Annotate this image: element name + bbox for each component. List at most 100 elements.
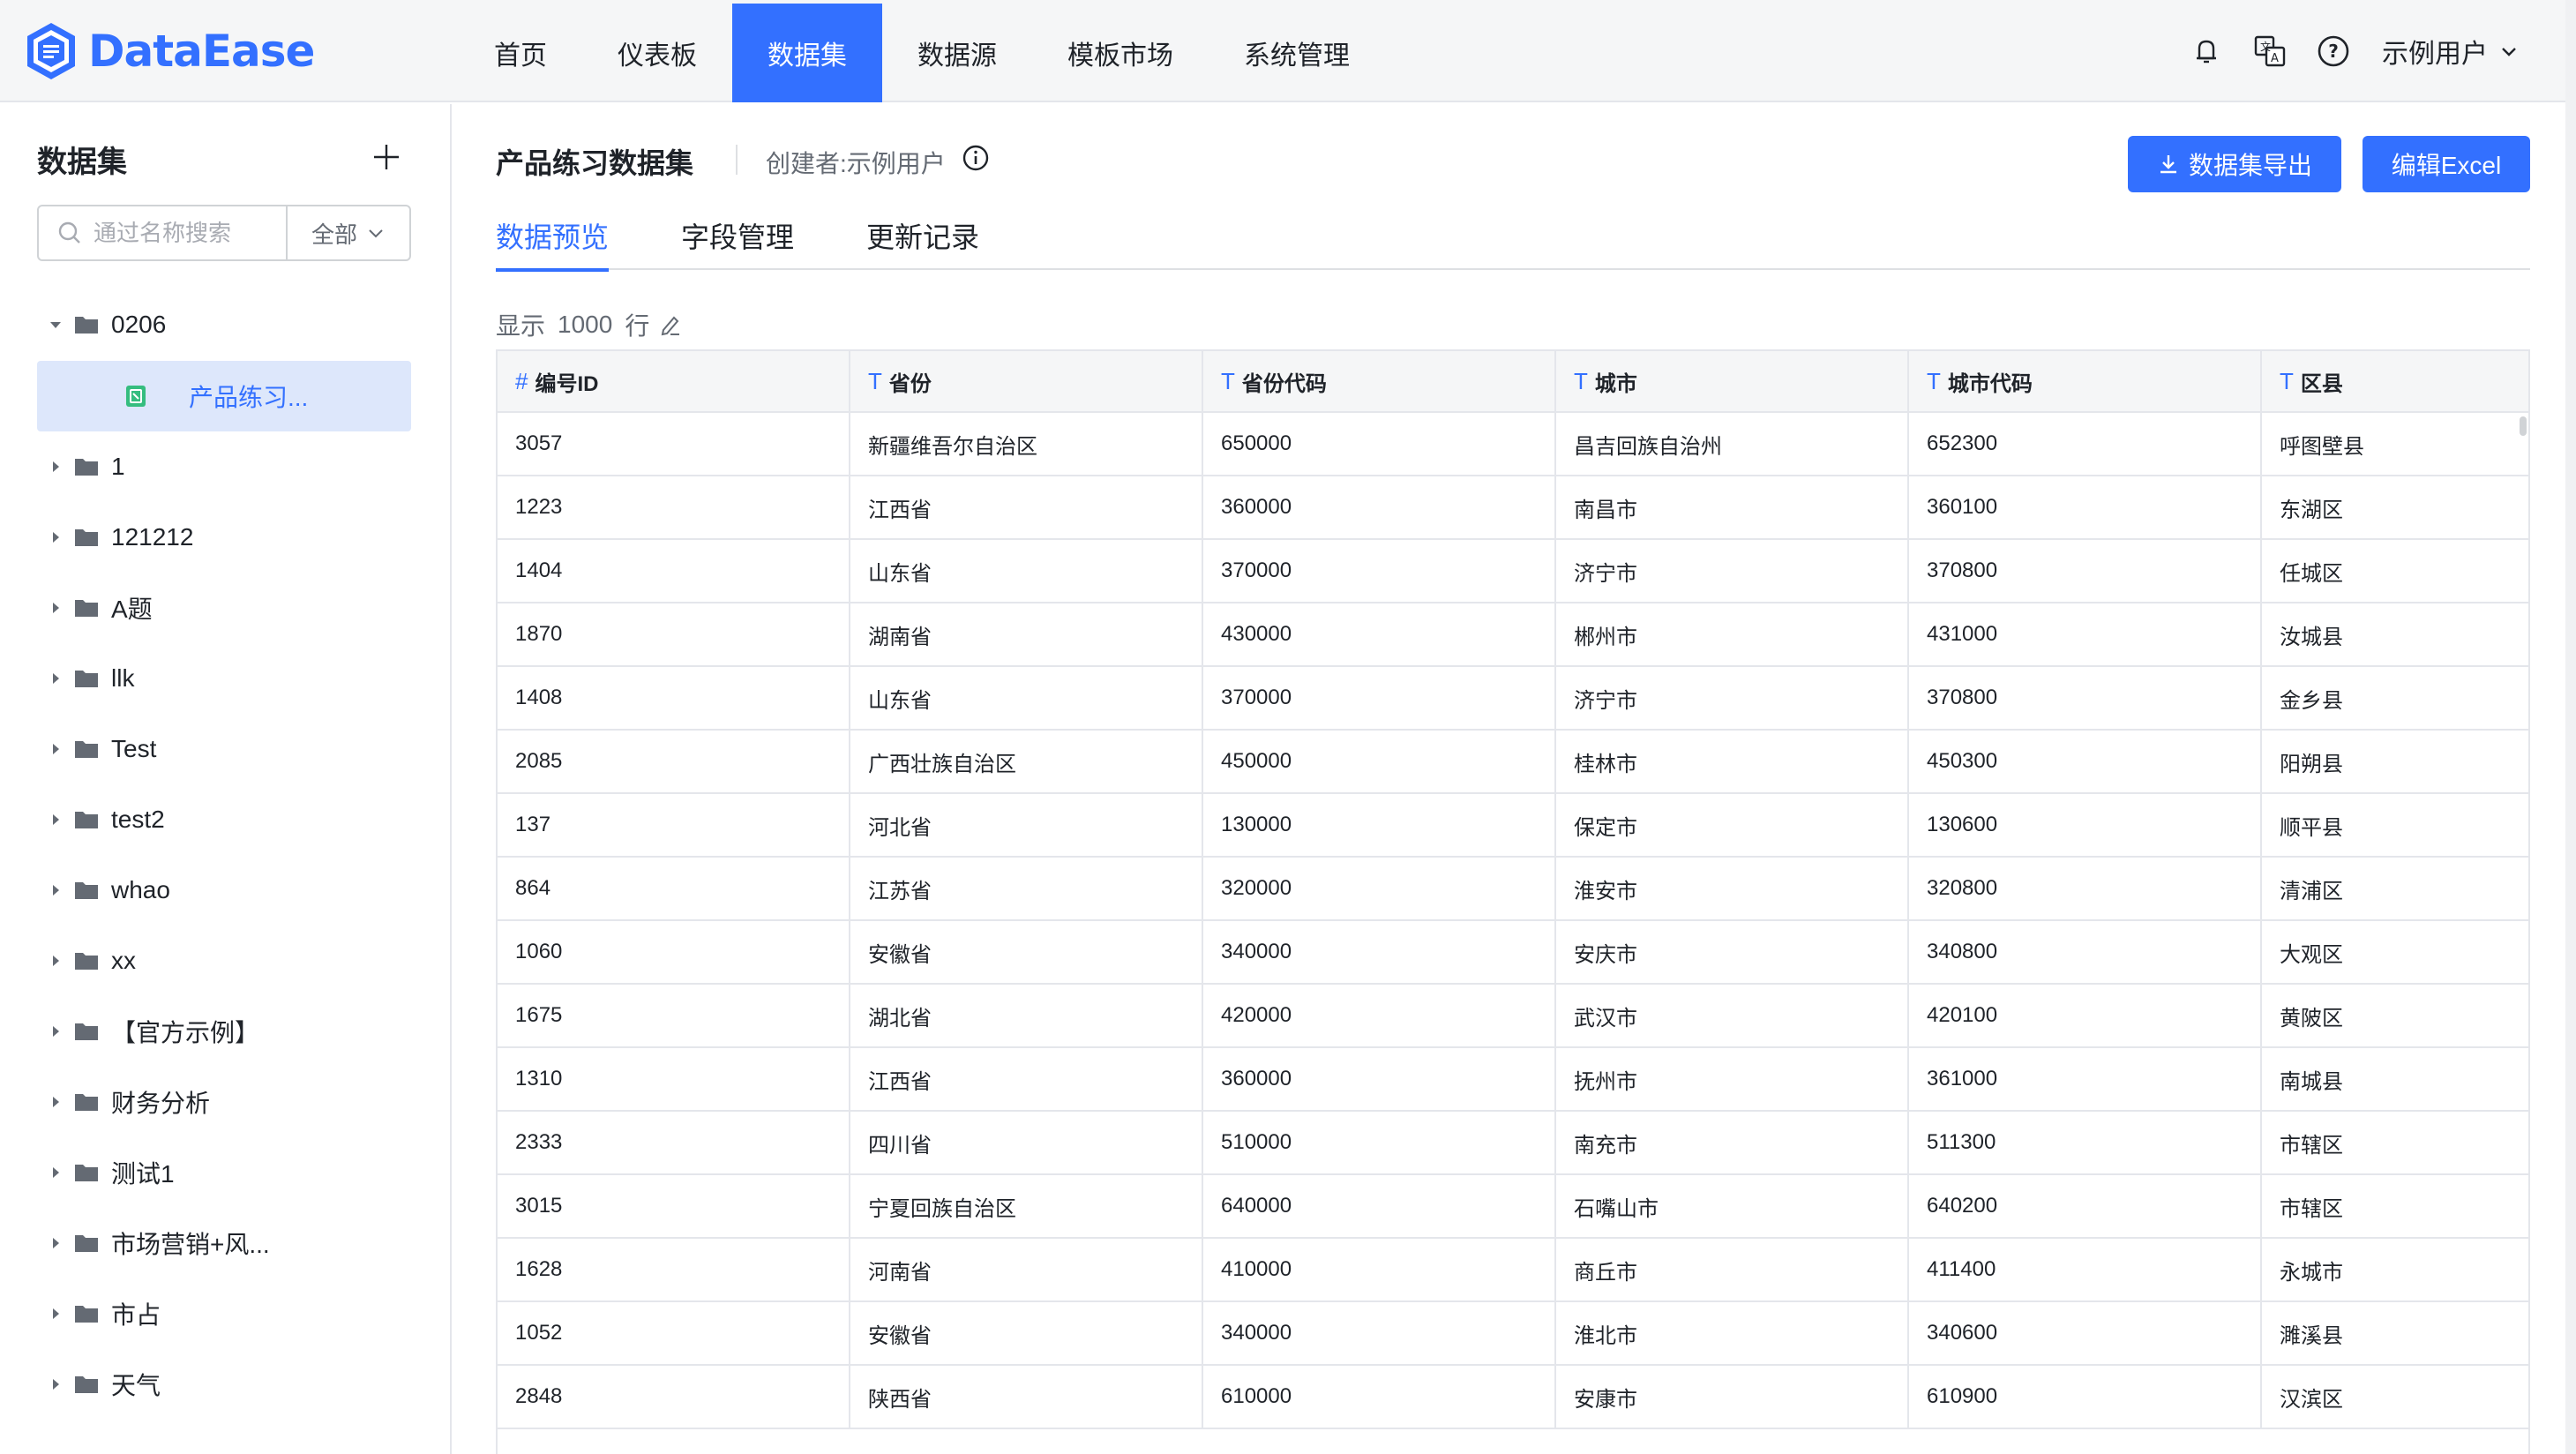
caret-right-icon[interactable] <box>49 1096 62 1108</box>
caret-right-icon[interactable] <box>49 955 62 967</box>
caret-right-icon[interactable] <box>49 1025 62 1038</box>
tab-field-management[interactable]: 字段管理 <box>681 208 794 270</box>
tree-folder[interactable]: 测试1 <box>37 1137 411 1208</box>
table-row[interactable]: 864 江苏省 320000 淮安市 320800 清浦区 <box>498 858 2528 921</box>
table-cell: 410000 <box>1203 1239 1556 1300</box>
tree-folder[interactable]: 1 <box>37 431 411 502</box>
tree-dataset-item[interactable]: 产品练习... <box>37 361 411 431</box>
tree-folder[interactable]: whao <box>37 855 411 926</box>
tab-data-preview[interactable]: 数据预览 <box>496 208 610 272</box>
table-cell: 河南省 <box>850 1239 1203 1300</box>
table-cell: 510000 <box>1203 1112 1556 1173</box>
table-row[interactable]: 1223 江西省 360000 南昌市 360100 东湖区 <box>498 476 2528 540</box>
table-cell: 420000 <box>1203 985 1556 1046</box>
add-dataset-icon[interactable] <box>369 139 404 175</box>
svg-text:文: 文 <box>2260 40 2271 53</box>
table-header-cell[interactable]: T 城市代码 <box>1909 351 2262 411</box>
tree-folder[interactable]: 市场营销+风... <box>37 1208 411 1278</box>
table-cell: 360000 <box>1203 476 1556 538</box>
table-row[interactable]: 1052 安徽省 340000 淮北市 340600 濉溪县 <box>498 1302 2528 1366</box>
caret-right-icon[interactable] <box>49 1237 62 1249</box>
nav-item-datasource[interactable]: 数据源 <box>882 4 1032 102</box>
table-row[interactable]: 2085 广西壮族自治区 450000 桂林市 450300 阳朔县 <box>498 731 2528 794</box>
caret-right-icon[interactable] <box>49 1166 62 1179</box>
table-row[interactable]: 1310 江西省 360000 抚州市 361000 南城县 <box>498 1048 2528 1112</box>
tree-folder[interactable]: 财务分析 <box>37 1067 411 1137</box>
table-header-cell[interactable]: T 城市 <box>1556 351 1909 411</box>
table-cell: 淮安市 <box>1556 858 1909 919</box>
sidebar-title: 数据集 <box>37 146 127 179</box>
tree-folder[interactable]: 【官方示例】 <box>37 996 411 1067</box>
table-cell: 市辖区 <box>2280 1133 2343 1158</box>
edit-excel-button[interactable]: 编辑Excel <box>2363 136 2530 192</box>
notification-bell-icon[interactable] <box>2188 33 2225 70</box>
table-row[interactable]: 3057 新疆维吾尔自治区 650000 昌吉回族自治州 652300 呼图壁县 <box>498 413 2528 476</box>
export-dataset-button[interactable]: 数据集导出 <box>2128 136 2341 192</box>
caret-right-icon[interactable] <box>49 743 62 755</box>
table-row[interactable]: 1675 湖北省 420000 武汉市 420100 黄陂区 <box>498 985 2528 1048</box>
table-cell: 黄陂区 <box>2280 1006 2343 1031</box>
tree-folder[interactable]: Test <box>37 714 411 784</box>
table-row[interactable]: 1408 山东省 370000 济宁市 370800 金乡县 <box>498 667 2528 731</box>
caret-right-icon[interactable] <box>49 461 62 473</box>
caret-right-icon[interactable] <box>49 1308 62 1320</box>
table-row[interactable]: 3015 宁夏回族自治区 640000 石嘴山市 640200 市辖区 <box>498 1175 2528 1239</box>
table-row[interactable]: 1628 河南省 410000 商丘市 411400 永城市 <box>498 1239 2528 1302</box>
table-cell: 340600 <box>1909 1302 2262 1364</box>
nav-item-home[interactable]: 首页 <box>459 4 582 102</box>
tree-folder[interactable]: 天气 <box>37 1349 411 1420</box>
chevron-down-icon <box>369 229 383 238</box>
tab-update-records[interactable]: 更新记录 <box>866 208 979 270</box>
table-cell: 1628 <box>498 1239 850 1300</box>
excel-dataset-icon <box>126 386 146 407</box>
table-body: 3057 新疆维吾尔自治区 650000 昌吉回族自治州 652300 呼图壁县 1223 江… <box>498 413 2528 1429</box>
table-row[interactable]: 1060 安徽省 340000 安庆市 340800 大观区 <box>498 921 2528 985</box>
tree-folder-label: 市场营销+风... <box>111 1231 270 1258</box>
tree-folder-label: 1 <box>111 453 125 480</box>
caret-right-icon[interactable] <box>49 884 62 896</box>
main-nav: 首页 仪表板 数据集 数据源 模板市场 系统管理 <box>459 4 1385 102</box>
table-row[interactable]: 2848 陕西省 610000 安康市 610900 汉滨区 <box>498 1366 2528 1429</box>
caret-right-icon[interactable] <box>49 672 62 685</box>
table-header-cell[interactable]: T 省份代码 <box>1203 351 1556 411</box>
table-row[interactable]: 1404 山东省 370000 济宁市 370800 任城区 <box>498 540 2528 603</box>
table-row[interactable]: 137 河北省 130000 保定市 130600 顺平县 <box>498 794 2528 858</box>
nav-item-system-management[interactable]: 系统管理 <box>1209 4 1385 102</box>
caret-down-icon[interactable] <box>49 319 62 331</box>
nav-item-template-market[interactable]: 模板市场 <box>1032 4 1209 102</box>
tree-folder[interactable]: 0206 <box>37 289 411 360</box>
edit-pencil-icon[interactable] <box>658 312 683 337</box>
translate-icon[interactable]: 文A <box>2251 33 2288 70</box>
page-scrollbar[interactable] <box>2565 0 2576 1454</box>
row-count-display: 显示 1000 行 <box>496 307 683 342</box>
help-icon[interactable]: ? <box>2315 33 2352 70</box>
caret-right-icon[interactable] <box>49 1378 62 1390</box>
nav-item-dataset[interactable]: 数据集 <box>732 4 882 102</box>
dataset-search-input[interactable] <box>94 219 279 247</box>
table-header-cell[interactable]: # 编号ID <box>498 351 850 411</box>
table-header-cell[interactable]: T 省份 <box>850 351 1203 411</box>
tree-folder[interactable]: llk <box>37 643 411 714</box>
table-cell: 安庆市 <box>1556 921 1909 983</box>
tree-folder[interactable]: 市占 <box>37 1278 411 1349</box>
tree-folder[interactable]: test2 <box>37 784 411 855</box>
table-cell: 南城县 <box>2280 1069 2343 1094</box>
table-cell: 450300 <box>1909 731 2262 792</box>
table-header-cell[interactable]: T 区县 <box>2262 351 2527 411</box>
dataset-filter-select[interactable]: 全部 <box>286 206 409 259</box>
caret-right-icon[interactable] <box>49 602 62 614</box>
tree-folder[interactable]: 121212 <box>37 502 411 573</box>
user-menu[interactable]: 示例用户 <box>2382 32 2520 71</box>
tree-folder[interactable]: A题 <box>37 573 411 643</box>
nav-item-dashboard[interactable]: 仪表板 <box>582 4 732 102</box>
caret-right-icon[interactable] <box>49 531 62 543</box>
dataease-logo[interactable]: DataEase <box>25 21 315 81</box>
table-row[interactable]: 2333 四川省 510000 南充市 511300 市辖区 <box>498 1112 2528 1175</box>
table-cell: 2333 <box>498 1112 850 1173</box>
table-row[interactable]: 1870 湖南省 430000 郴州市 431000 汝城县 <box>498 603 2528 667</box>
table-cell: 340000 <box>1203 921 1556 983</box>
info-icon[interactable] <box>961 143 991 173</box>
caret-right-icon[interactable] <box>49 813 62 826</box>
vertical-scrollbar[interactable] <box>2520 416 2527 436</box>
tree-folder[interactable]: xx <box>37 926 411 996</box>
